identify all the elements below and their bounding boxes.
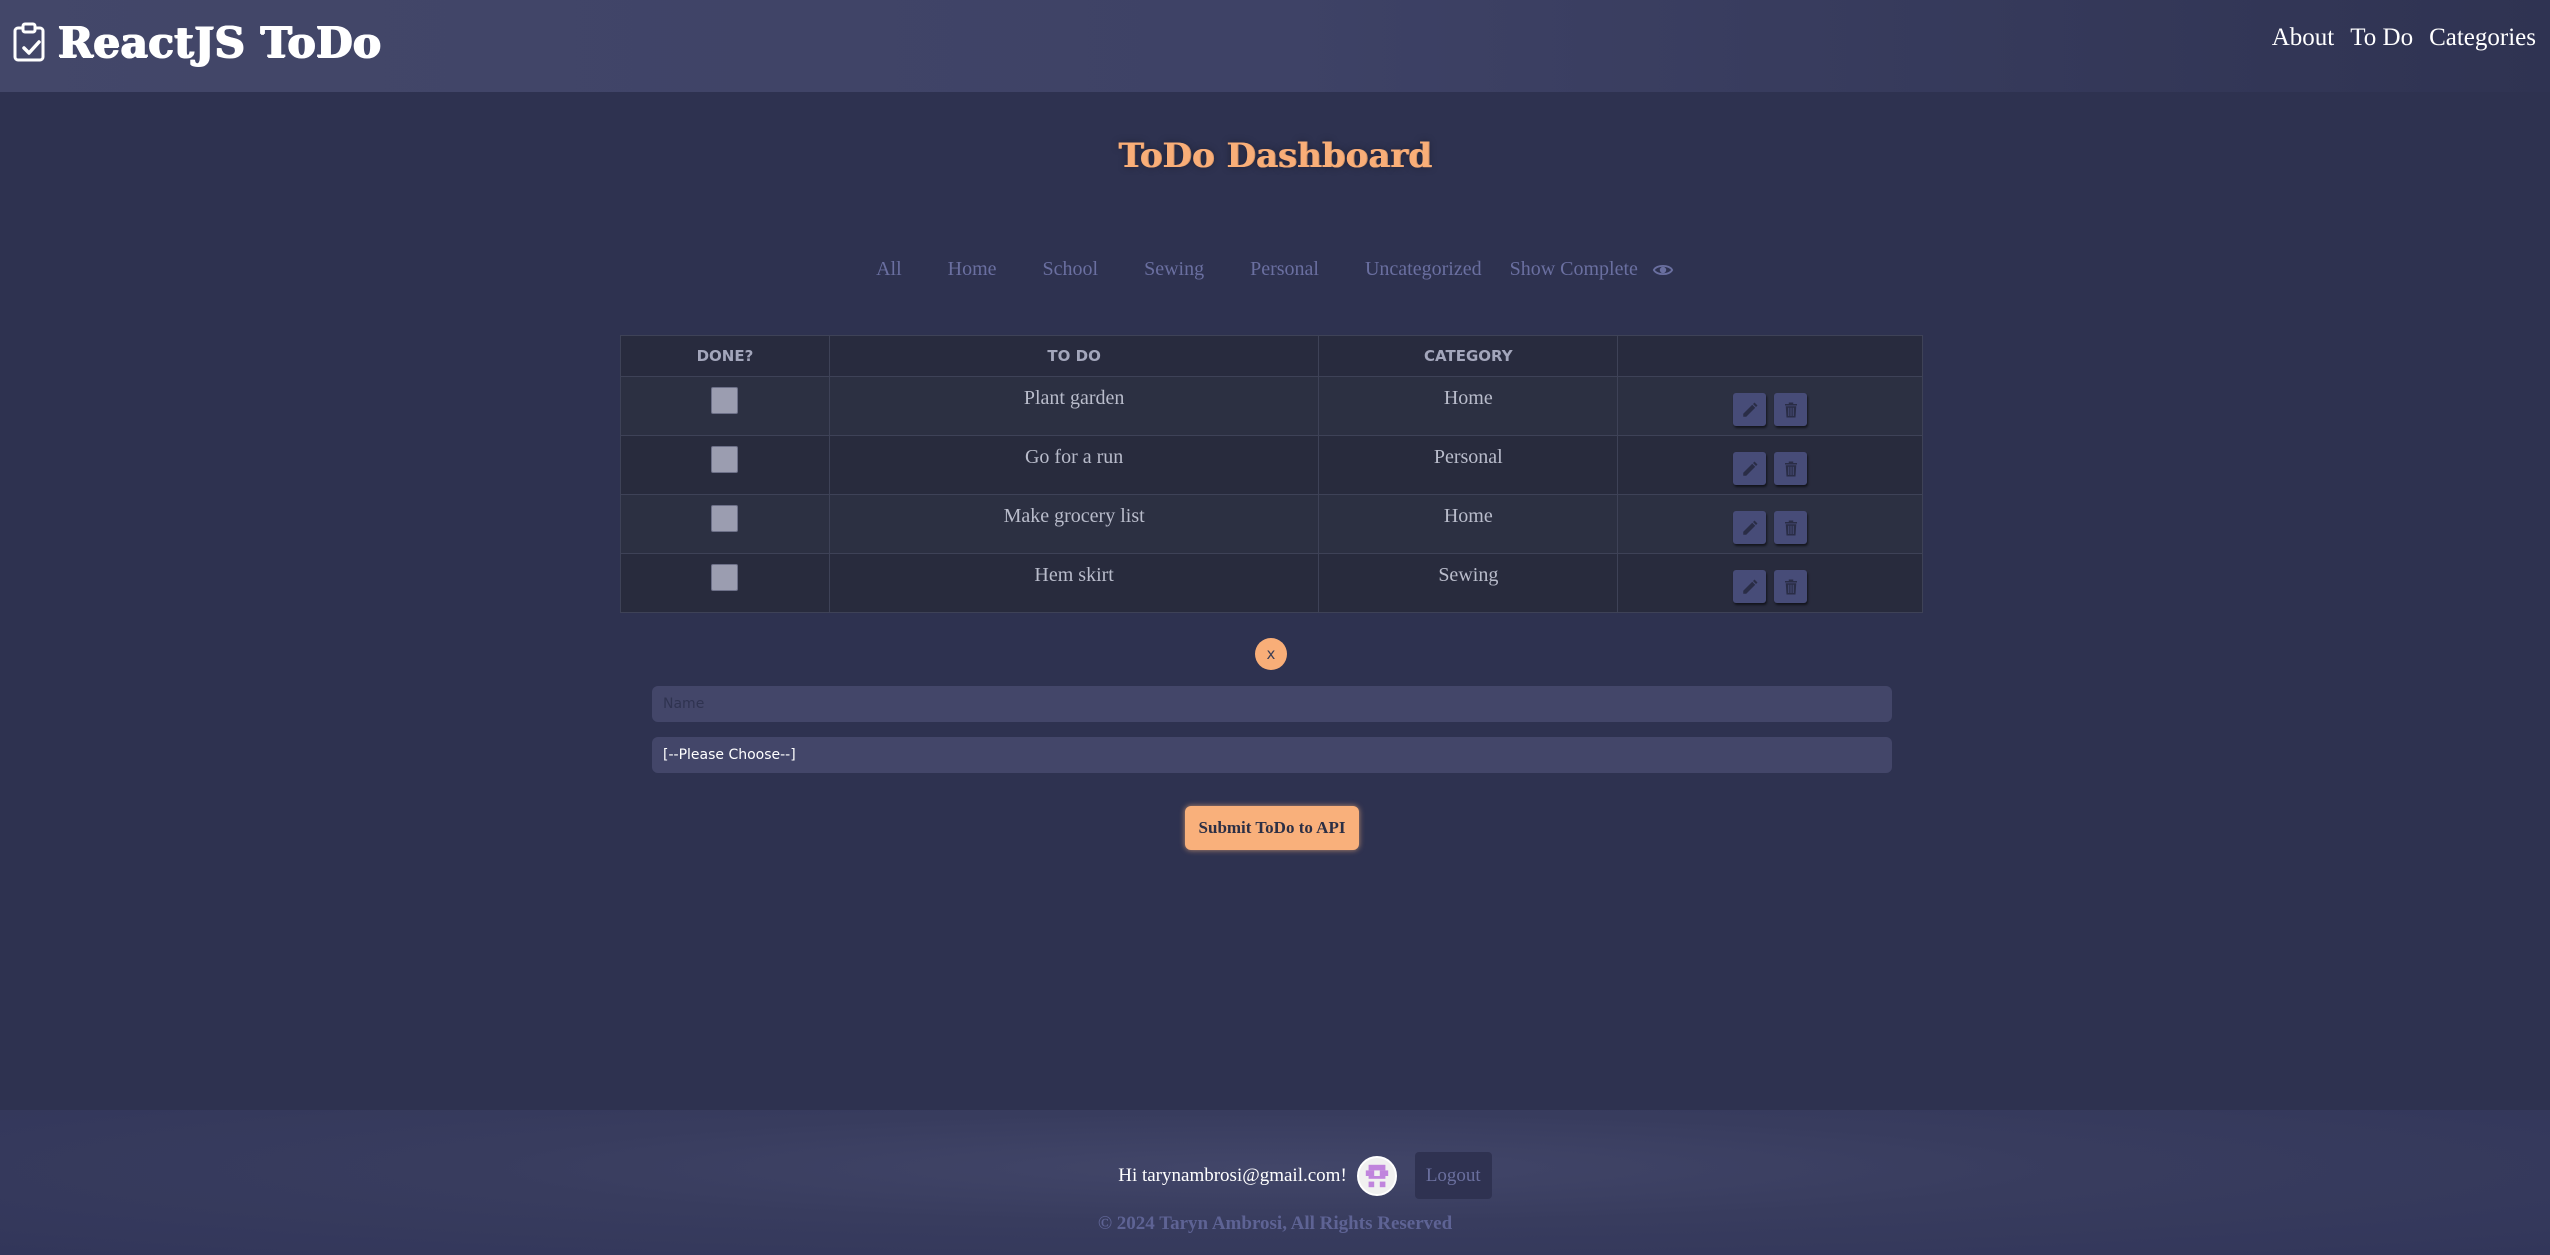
submit-todo-button[interactable]: Submit ToDo to API (1185, 806, 1359, 850)
name-input[interactable]: Name (652, 686, 1892, 722)
nav-categories[interactable]: Categories (2429, 24, 2536, 52)
todo-category: Sewing (1318, 553, 1619, 613)
edit-icon (1742, 579, 1758, 594)
show-complete-toggle[interactable]: Show Complete (1510, 258, 1674, 281)
nav-about[interactable]: About (2272, 24, 2335, 52)
filter-home[interactable]: Home (948, 258, 997, 281)
edit-button[interactable] (1733, 452, 1767, 485)
column-header-category: CATEGORY (1318, 335, 1619, 377)
nav-todo[interactable]: To Do (2350, 24, 2413, 52)
todo-category: Home (1318, 376, 1619, 436)
user-info: Hi tarynambrosi@gmail.com! Logout (0, 1152, 2550, 1199)
done-checkbox[interactable] (711, 564, 739, 591)
trash-icon (1784, 402, 1797, 417)
table-row: Hem skirt Sewing (620, 553, 1923, 613)
filter-school[interactable]: School (1043, 258, 1099, 281)
filter-sewing[interactable]: Sewing (1144, 258, 1204, 281)
trash-icon (1784, 520, 1797, 535)
edit-icon (1742, 402, 1758, 417)
column-header-done: DONE? (620, 335, 830, 377)
category-select[interactable]: [--Please Choose--] (652, 737, 1892, 773)
todo-name: Hem skirt (828, 553, 1320, 613)
delete-button[interactable] (1774, 393, 1808, 426)
close-form-button[interactable]: x (1255, 638, 1287, 670)
user-greeting: Hi tarynambrosi@gmail.com! (1118, 1164, 1347, 1186)
delete-button[interactable] (1774, 570, 1808, 603)
avatar (1356, 1155, 1397, 1196)
todo-name: Go for a run (828, 435, 1320, 495)
edit-button[interactable] (1733, 511, 1767, 544)
trash-icon (1784, 461, 1797, 476)
todo-category: Personal (1318, 435, 1619, 495)
app-header: ReactJS ToDo About To Do Categories (0, 0, 2550, 92)
column-header-actions (1617, 335, 1923, 377)
todo-name: Make grocery list (828, 494, 1320, 554)
filter-personal[interactable]: Personal (1250, 258, 1319, 281)
edit-icon (1742, 461, 1758, 476)
identicon-avatar-icon (1365, 1164, 1388, 1187)
done-checkbox[interactable] (711, 387, 739, 414)
app-footer: Hi tarynambrosi@gmail.com! Logout © 2024… (0, 1110, 2550, 1255)
logout-button[interactable]: Logout (1414, 1152, 1492, 1199)
page-title: ToDo Dashboard (1118, 136, 1432, 176)
todo-name: Plant garden (828, 376, 1320, 436)
column-header-todo: TO DO (828, 335, 1320, 377)
copyright: © 2024 Taryn Ambrosi, All Rights Reserve… (1097, 1213, 1453, 1234)
edit-icon (1742, 520, 1758, 535)
category-filter-bar: All Home School Sewing Personal Uncatego… (0, 258, 2550, 281)
brand[interactable]: ReactJS ToDo (12, 14, 382, 70)
filter-uncategorized[interactable]: Uncategorized (1365, 258, 1482, 281)
name-placeholder: Name (663, 696, 705, 712)
delete-button[interactable] (1774, 452, 1808, 485)
delete-button[interactable] (1774, 511, 1808, 544)
app-title: ReactJS ToDo (58, 17, 382, 67)
category-selected-value: [--Please Choose--] (663, 747, 796, 763)
table-row: Plant garden Home (620, 376, 1923, 436)
show-complete-label: Show Complete (1509, 258, 1638, 280)
done-checkbox[interactable] (711, 505, 739, 532)
table-row: Make grocery list Home (620, 494, 1923, 554)
table-header-row: DONE? TO DO CATEGORY (620, 335, 1923, 377)
eye-icon (1652, 264, 1674, 275)
todo-category: Home (1318, 494, 1619, 554)
edit-button[interactable] (1733, 393, 1767, 426)
top-nav: About To Do Categories (2272, 24, 2536, 52)
trash-icon (1784, 579, 1797, 594)
clipboard-check-icon (13, 22, 45, 62)
filter-all[interactable]: All (876, 258, 902, 281)
todo-table: DONE? TO DO CATEGORY Plant garden Home G… (620, 335, 1923, 613)
edit-button[interactable] (1733, 570, 1767, 603)
done-checkbox[interactable] (711, 446, 739, 473)
table-row: Go for a run Personal (620, 435, 1923, 495)
